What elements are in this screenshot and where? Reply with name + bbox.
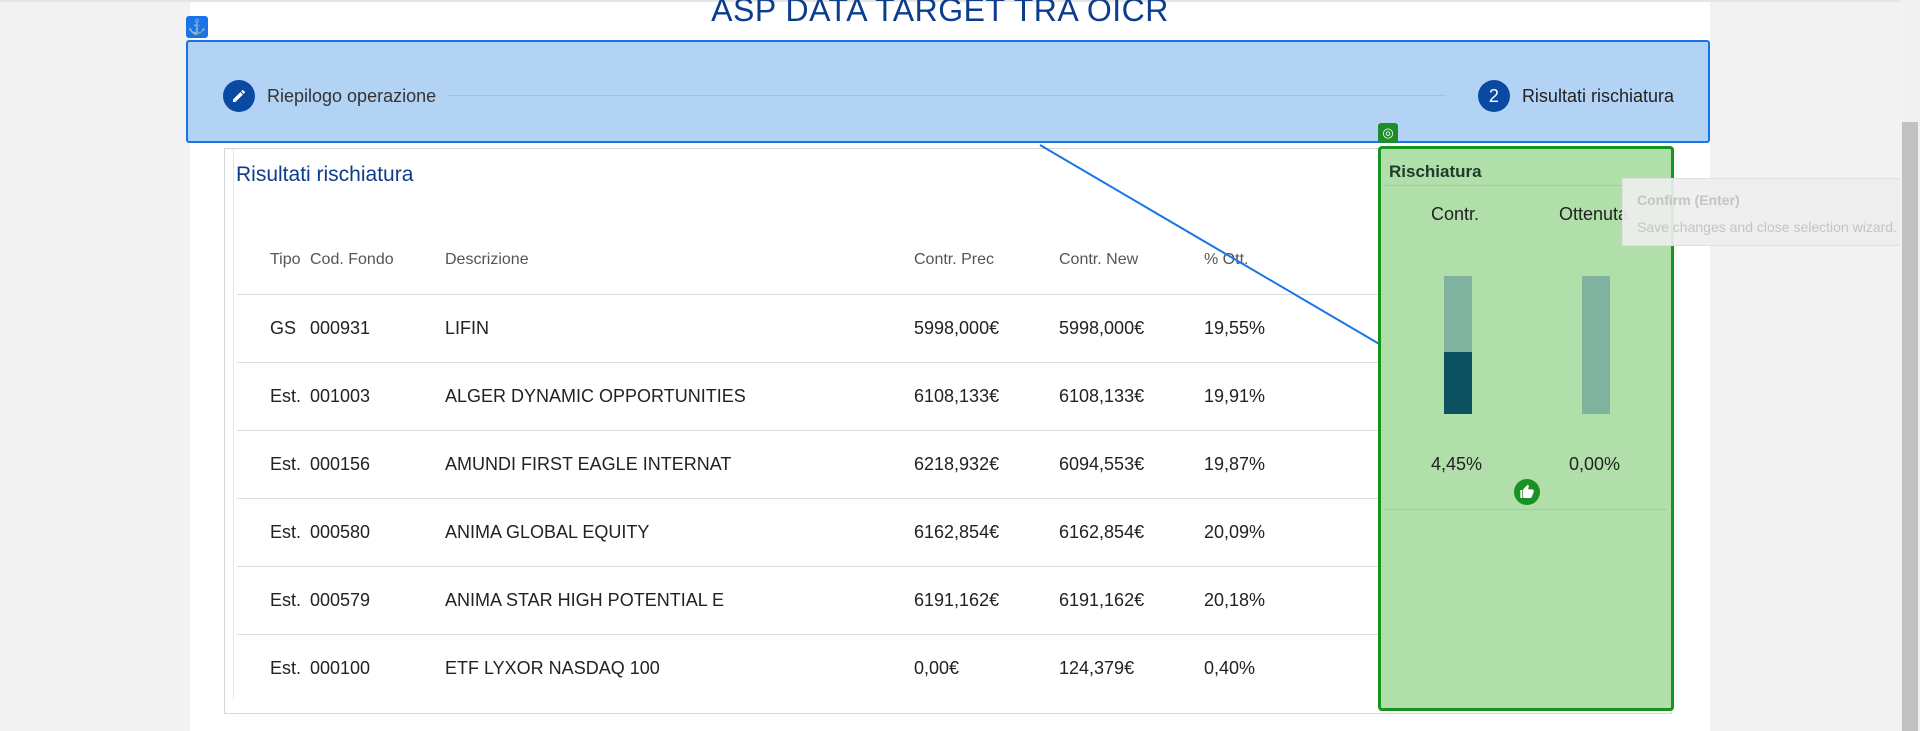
ottenuta-label: Ottenuta bbox=[1559, 204, 1629, 224]
cell-contr-prec: 6191,162€ bbox=[913, 566, 1058, 635]
cell-cod-fondo: 000579 bbox=[309, 566, 444, 635]
column-header: % Ott. bbox=[1203, 226, 1387, 295]
page-title: ASP DATA TARGET TRA OICR bbox=[711, 0, 1169, 28]
contr-label: Contr. bbox=[1431, 204, 1480, 224]
cell-descrizione: LIFIN bbox=[444, 294, 913, 363]
step-label: Risultati rischiatura bbox=[1521, 85, 1674, 106]
column-header: Descrizione bbox=[444, 226, 913, 295]
cell-contr-new: 6094,553€ bbox=[1058, 430, 1203, 499]
cell-descrizione: AMUNDI FIRST EAGLE INTERNAT bbox=[444, 430, 913, 499]
table-row: GS 000931 LIFIN 5998,000€ 5998,000€ 19,5… bbox=[237, 294, 1387, 363]
risk-divider bbox=[1385, 509, 1667, 510]
cell-contr-prec: 6162,854€ bbox=[913, 498, 1058, 567]
target-icon[interactable]: ◎ bbox=[1378, 123, 1398, 143]
tooltip-description: Save changes and close selection wizard. bbox=[1637, 219, 1897, 235]
cell-descrizione: ETF LYXOR NASDAQ 100 bbox=[445, 658, 660, 678]
confirm-tooltip: Confirm (Enter) Save changes and close s… bbox=[1622, 178, 1912, 246]
ottenuta-value: 0,00% bbox=[1569, 454, 1621, 474]
cell-pct-ott: 19,91% bbox=[1203, 362, 1387, 431]
step-number: 2 bbox=[1477, 80, 1510, 112]
cell-descrizione: ANIMA STAR HIGH POTENTIAL E bbox=[444, 566, 913, 635]
pencil-icon bbox=[223, 80, 255, 112]
cell-pct-ott: 20,18% bbox=[1203, 566, 1387, 635]
scrollbar-track[interactable] bbox=[1900, 0, 1920, 731]
cell-pct-ott: 0,40% bbox=[1204, 658, 1256, 678]
results-title: Risultati rischiatura bbox=[236, 163, 414, 186]
cell-descrizione: ALGER DYNAMIC OPPORTUNITIES bbox=[444, 362, 913, 431]
cell-contr-prec: 0,00€ bbox=[914, 658, 960, 678]
column-header: Contr. Prec bbox=[913, 226, 1058, 295]
cell-cod-fondo: 000580 bbox=[309, 498, 444, 567]
column-header: Tipo bbox=[237, 226, 309, 295]
table-row: Est. 000580 ANIMA GLOBAL EQUITY 6162,854… bbox=[237, 498, 1387, 567]
cell-contr-new: 5998,000€ bbox=[1058, 294, 1203, 363]
table-row: Est. 000579 ANIMA STAR HIGH POTENTIAL E … bbox=[237, 566, 1387, 635]
table-row: Est. 000156 AMUNDI FIRST EAGLE INTERNAT … bbox=[237, 430, 1387, 499]
step-risultati[interactable]: 2 Risultati rischiatura bbox=[1477, 80, 1674, 112]
cell-tipo: GS bbox=[237, 294, 309, 363]
cell-pct-ott: 20,09% bbox=[1203, 498, 1387, 567]
results-table: Tipo Cod. Fondo Descrizione Contr. Prec … bbox=[237, 226, 1387, 702]
tooltip-title: Confirm (Enter) bbox=[1637, 192, 1740, 208]
cell-pct-ott: 19,87% bbox=[1203, 430, 1387, 499]
cell-tipo: Est. bbox=[270, 658, 302, 678]
column-header: Cod. Fondo bbox=[309, 226, 444, 295]
column-header: Contr. New bbox=[1058, 226, 1203, 295]
cell-cod-fondo: 001003 bbox=[309, 362, 444, 431]
contr-bar-fill bbox=[1444, 352, 1472, 414]
cell-tipo: Est. bbox=[237, 362, 309, 431]
cell-contr-new: 6108,133€ bbox=[1058, 362, 1203, 431]
cell-contr-new: 6191,162€ bbox=[1058, 566, 1203, 635]
cell-cod-fondo: 000100 bbox=[310, 658, 371, 678]
cell-tipo: Est. bbox=[237, 430, 309, 499]
cell-cod-fondo: 000156 bbox=[309, 430, 444, 499]
ottenuta-bar bbox=[1582, 276, 1610, 414]
cell-tipo: Est. bbox=[237, 498, 309, 567]
stepper: Riepilogo operazione 2 Risultati rischia… bbox=[186, 40, 1710, 143]
cell-contr-new: 6162,854€ bbox=[1058, 498, 1203, 567]
cell-pct-ott: 19,55% bbox=[1203, 294, 1387, 363]
cell-contr-prec: 6218,932€ bbox=[913, 430, 1058, 499]
contr-bar bbox=[1444, 276, 1472, 414]
table-row: Est. 000100 ETF LYXOR NASDAQ 100 0,00€ 1… bbox=[237, 635, 1387, 703]
cell-descrizione: ANIMA GLOBAL EQUITY bbox=[444, 498, 913, 567]
anchor-icon[interactable]: ⚓ bbox=[186, 16, 208, 38]
table-row: Est. 001003 ALGER DYNAMIC OPPORTUNITIES … bbox=[237, 362, 1387, 431]
scrollbar-thumb[interactable] bbox=[1902, 122, 1918, 731]
step-label: Riepilogo operazione bbox=[267, 85, 437, 106]
cell-tipo: Est. bbox=[237, 566, 309, 635]
risk-title: Rischiatura bbox=[1389, 162, 1482, 181]
cell-contr-prec: 5998,000€ bbox=[913, 294, 1058, 363]
stepper-line bbox=[448, 95, 1446, 96]
table-header-row: Tipo Cod. Fondo Descrizione Contr. Prec … bbox=[237, 226, 1387, 295]
thumbs-up-icon bbox=[1514, 479, 1540, 505]
cell-cod-fondo: 000931 bbox=[309, 294, 444, 363]
cell-contr-new: 124,379€ bbox=[1059, 658, 1135, 678]
contr-value: 4,45% bbox=[1431, 454, 1483, 474]
step-riepilogo[interactable]: Riepilogo operazione bbox=[223, 80, 436, 112]
cell-contr-prec: 6108,133€ bbox=[913, 362, 1058, 431]
